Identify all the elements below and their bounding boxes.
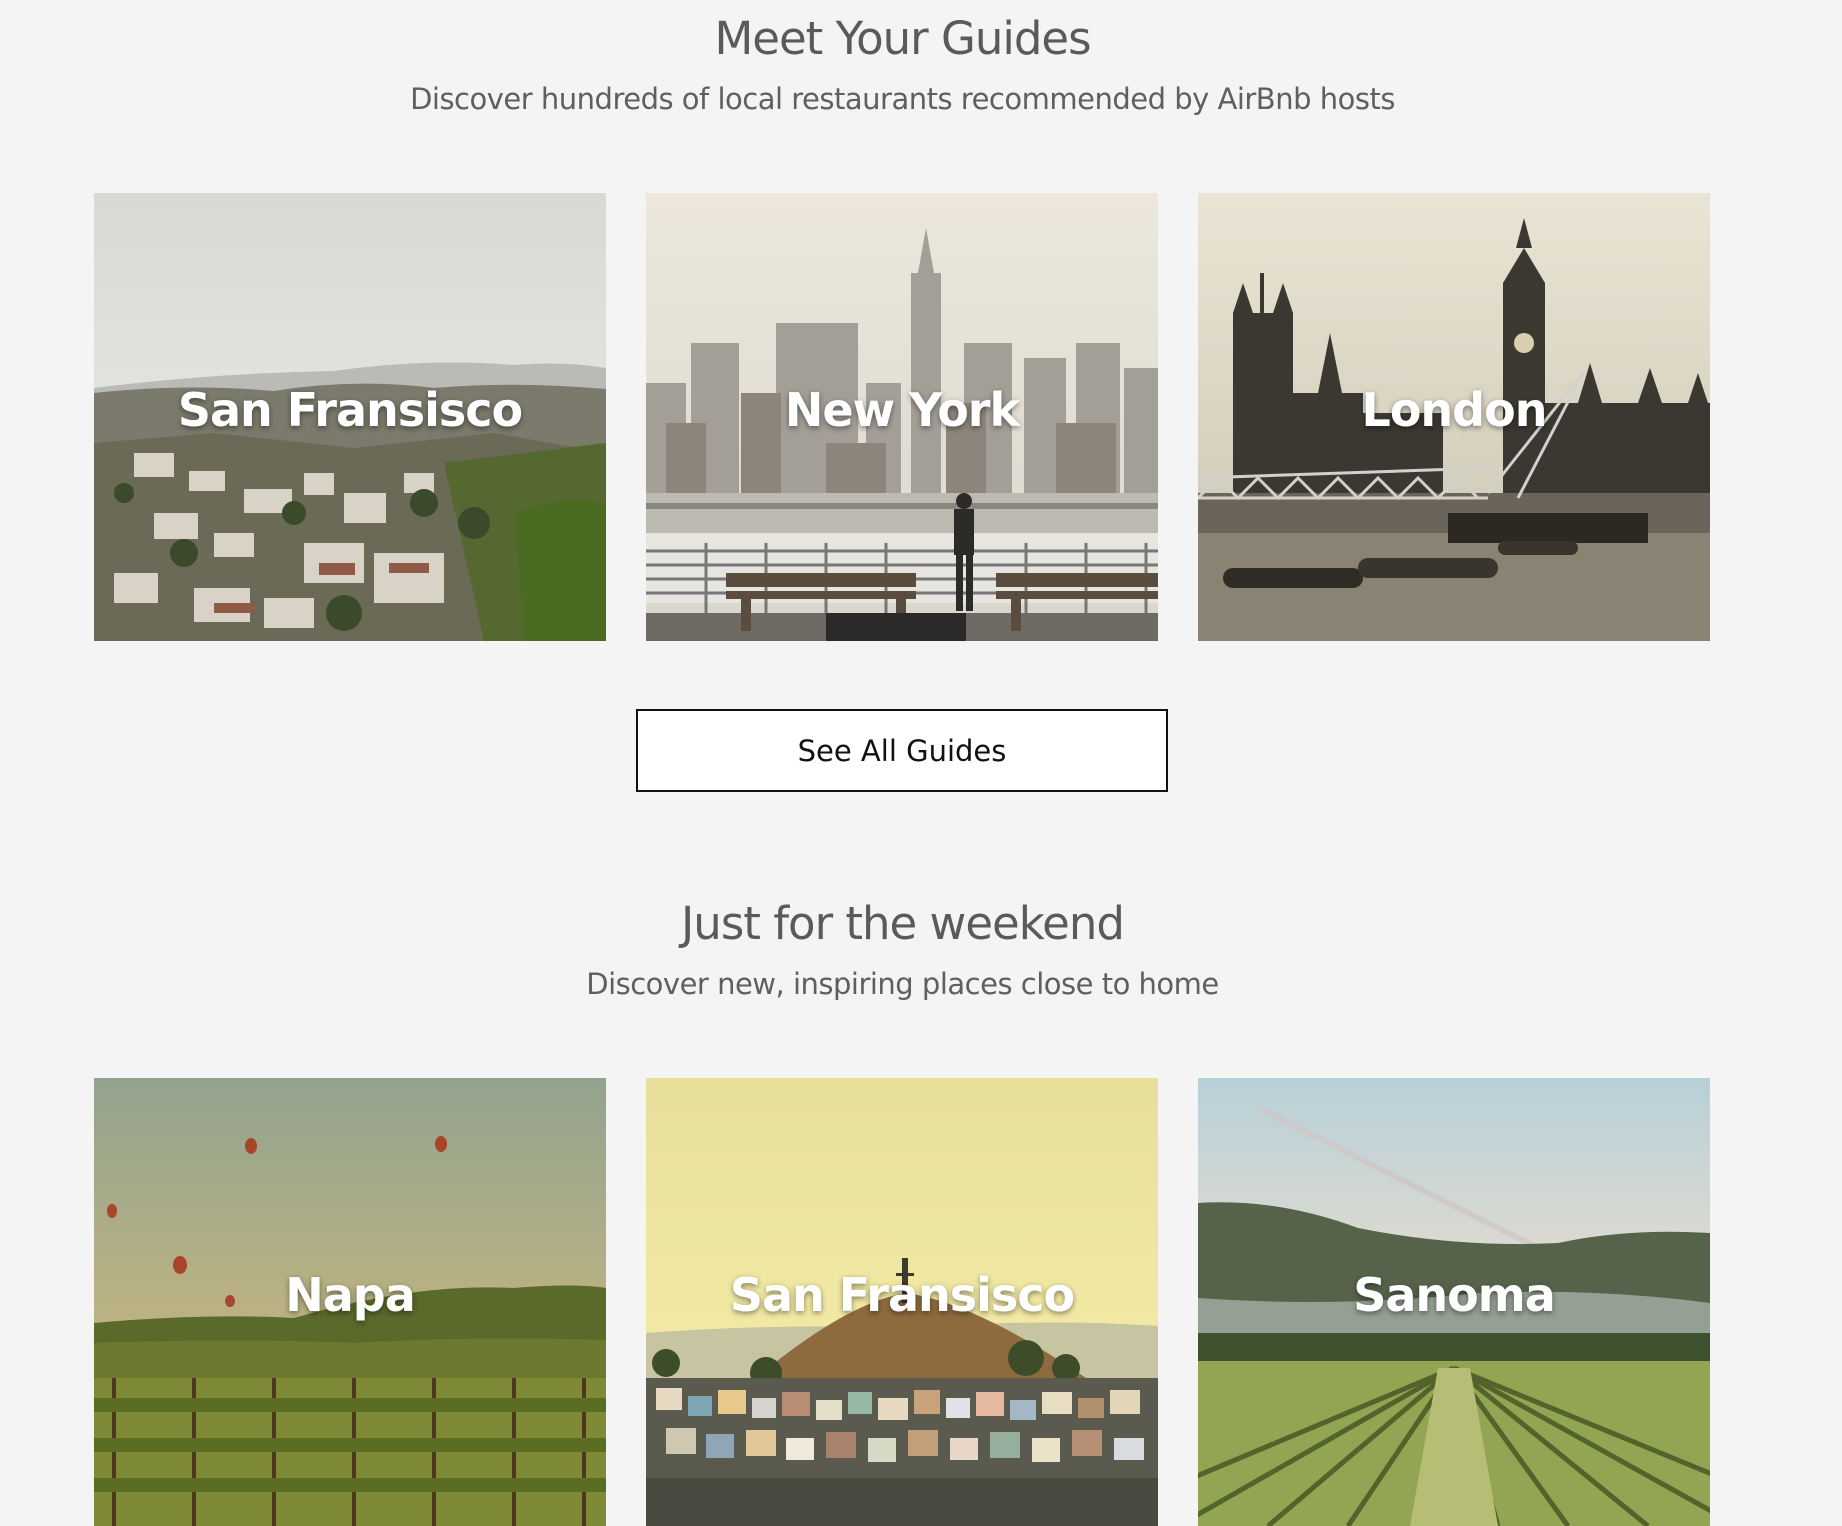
guide-card-label: San Fransisco xyxy=(177,383,523,437)
guide-card-label: London xyxy=(1361,383,1548,437)
guide-card-new-york[interactable]: New York xyxy=(646,193,1158,641)
weekend-card-sanoma[interactable]: Sanoma xyxy=(1198,1078,1710,1526)
guides-section-subtitle: Discover hundreds of local restaurants r… xyxy=(410,82,1395,116)
weekend-section-subtitle: Discover new, inspiring places close to … xyxy=(586,967,1219,1001)
guides-card-row: San Fransisco New York London xyxy=(94,193,1711,641)
weekend-card-label: San Fransisco xyxy=(729,1268,1075,1322)
guide-card-label: New York xyxy=(784,383,1020,437)
guide-card-san-fransisco[interactable]: San Fransisco xyxy=(94,193,606,641)
weekend-card-label: Napa xyxy=(285,1268,416,1322)
weekend-section-title: Just for the weekend xyxy=(681,897,1125,950)
see-all-guides-button[interactable]: See All Guides xyxy=(636,709,1168,792)
guides-section-title: Meet Your Guides xyxy=(714,12,1091,65)
weekend-card-san-fransisco[interactable]: San Fransisco xyxy=(646,1078,1158,1526)
guide-card-london[interactable]: London xyxy=(1198,193,1710,641)
weekend-card-row: Napa San Fransisco Sanoma xyxy=(94,1078,1711,1526)
weekend-card-label: Sanoma xyxy=(1353,1268,1556,1322)
weekend-card-napa[interactable]: Napa xyxy=(94,1078,606,1526)
